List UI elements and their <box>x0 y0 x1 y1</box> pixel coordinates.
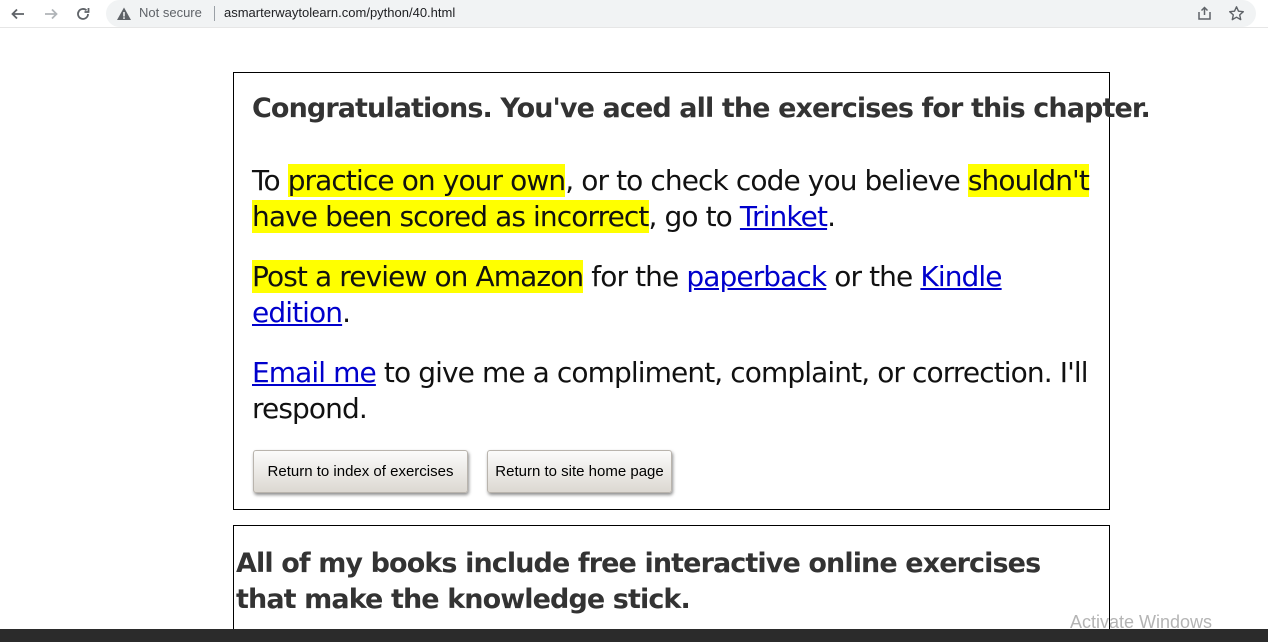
text: To <box>252 164 288 197</box>
text: for the <box>583 260 687 293</box>
browser-toolbar: Not secure asmarterwaytolearn.com/python… <box>0 0 1268 28</box>
text: to give me a compliment, complaint, or c… <box>252 356 1089 425</box>
activate-windows-watermark: Activate Windows <box>1070 612 1213 632</box>
review-paragraph: Post a review on Amazon for the paperbac… <box>252 259 1092 331</box>
highlight-practice: practice on your own <box>287 164 566 197</box>
back-arrow-icon[interactable] <box>7 3 29 25</box>
text: . <box>342 296 351 329</box>
forward-arrow-icon[interactable] <box>40 3 62 25</box>
text: or the <box>826 260 921 293</box>
books-panel: All of my books include free interactive… <box>233 525 1110 642</box>
warning-icon[interactable] <box>116 6 132 22</box>
reload-icon[interactable] <box>72 3 94 25</box>
text: , or to check code you believe <box>565 164 968 197</box>
return-to-home-button[interactable]: Return to site home page <box>487 450 672 493</box>
security-label[interactable]: Not secure <box>139 5 202 20</box>
books-heading: All of my books include free interactive… <box>236 548 1041 615</box>
trinket-link[interactable]: Trinket <box>740 200 828 233</box>
star-icon[interactable] <box>1228 5 1245 22</box>
text: , go to <box>648 200 740 233</box>
practice-paragraph: To practice on your own, or to check cod… <box>252 163 1092 235</box>
highlight-review: Post a review on Amazon <box>252 260 584 293</box>
highlight-incorrect: have been scored as incorrect <box>252 200 649 233</box>
url-text[interactable]: asmarterwaytolearn.com/python/40.html <box>224 5 455 20</box>
separator <box>214 6 215 21</box>
text: . <box>827 200 836 233</box>
address-bar[interactable]: Not secure asmarterwaytolearn.com/python… <box>106 0 1256 27</box>
congrats-heading: Congratulations. You've aced all the exe… <box>252 93 1151 124</box>
return-to-index-button[interactable]: Return to index of exercises <box>253 450 468 493</box>
email-me-link[interactable]: Email me <box>252 356 377 389</box>
paperback-link[interactable]: paperback <box>686 260 827 293</box>
email-paragraph: Email me to give me a compliment, compla… <box>252 355 1092 427</box>
share-icon[interactable] <box>1196 5 1213 22</box>
congrats-panel: Congratulations. You've aced all the exe… <box>233 72 1151 510</box>
highlight-shouldnt: shouldn't <box>967 164 1090 197</box>
